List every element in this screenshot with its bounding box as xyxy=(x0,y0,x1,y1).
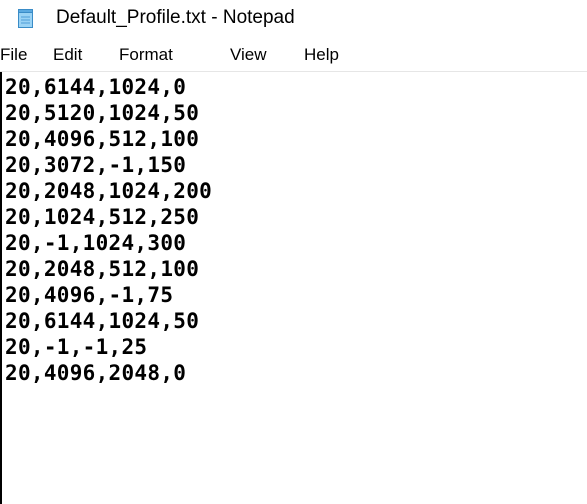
text-line-4: 20,3072,-1,150 xyxy=(5,153,187,177)
text-line-6: 20,1024,512,250 xyxy=(5,205,200,229)
title-bar[interactable]: Default_Profile.txt - Notepad xyxy=(0,0,587,38)
text-line-9: 20,4096,-1,75 xyxy=(5,283,174,307)
text-line-3: 20,4096,512,100 xyxy=(5,127,200,151)
menu-view[interactable]: View xyxy=(230,45,267,65)
notepad-icon xyxy=(18,9,33,28)
menu-help[interactable]: Help xyxy=(304,45,339,65)
text-line-10: 20,6144,1024,50 xyxy=(5,309,200,333)
text-line-12: 20,4096,2048,0 xyxy=(5,361,187,385)
text-line-11: 20,-1,-1,25 xyxy=(5,335,148,359)
menu-bar: File Edit Format View Help xyxy=(0,38,587,72)
text-line-8: 20,2048,512,100 xyxy=(5,257,200,281)
text-line-5: 20,2048,1024,200 xyxy=(5,179,213,203)
text-line-1: 20,6144,1024,0 xyxy=(5,75,187,99)
text-editor-area[interactable]: 20,6144,1024,0 20,5120,1024,50 20,4096,5… xyxy=(0,72,587,504)
menu-edit[interactable]: Edit xyxy=(53,45,82,65)
menu-file[interactable]: File xyxy=(0,45,27,65)
notepad-window: Default_Profile.txt - Notepad File Edit … xyxy=(0,0,587,504)
text-line-2: 20,5120,1024,50 xyxy=(5,101,200,125)
text-line-7: 20,-1,1024,300 xyxy=(5,231,187,255)
menu-format[interactable]: Format xyxy=(119,45,173,65)
window-title: Default_Profile.txt - Notepad xyxy=(56,7,295,28)
